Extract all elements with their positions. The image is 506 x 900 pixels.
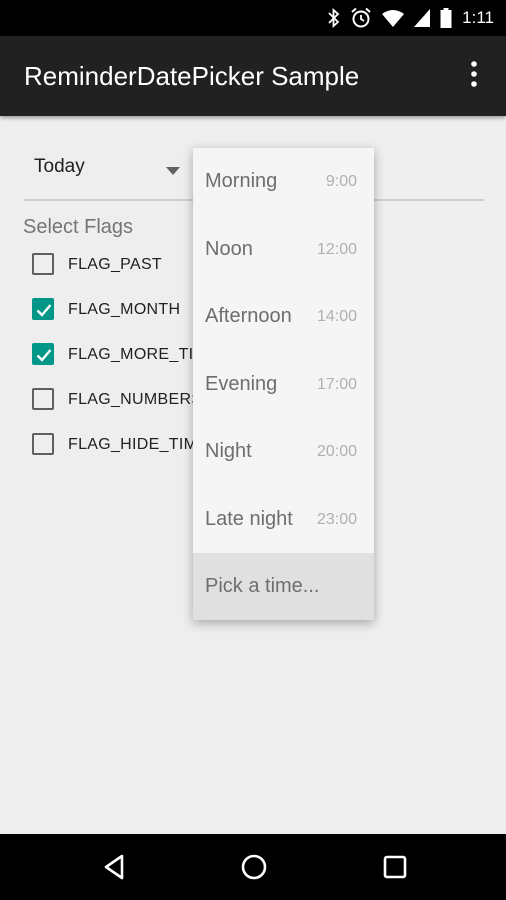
- date-spinner[interactable]: Today: [24, 146, 194, 186]
- flag-label: FLAG_MORE_TIM: [68, 346, 208, 363]
- flag-label: FLAG_NUMBERS: [68, 391, 203, 408]
- battery-icon: [440, 8, 452, 28]
- time-option-value: 20:00: [316, 443, 357, 460]
- pick-time-option[interactable]: Pick a time...: [193, 553, 374, 620]
- time-option-night[interactable]: Night 20:00: [193, 418, 374, 486]
- check-icon: [36, 304, 52, 317]
- home-button[interactable]: [239, 852, 269, 882]
- flag-row-past[interactable]: FLAG_PAST: [32, 248, 212, 284]
- time-option-label: Morning: [205, 170, 278, 192]
- alarm-icon: [350, 7, 372, 29]
- cell-signal-icon: [414, 9, 431, 27]
- overflow-menu-icon: [470, 60, 478, 92]
- time-option-value: 12:00: [316, 240, 357, 258]
- wifi-icon: [382, 9, 405, 27]
- time-option-morning[interactable]: Morning 9:00: [193, 148, 374, 216]
- app-title: ReminderDatePicker Sample: [24, 61, 360, 91]
- date-spinner-value: Today: [34, 156, 85, 177]
- time-option-value: 17:00: [316, 375, 357, 393]
- time-option-label: Late night: [205, 507, 293, 530]
- flag-row-month[interactable]: FLAG_MONTH: [32, 293, 212, 329]
- flag-row-hide-time[interactable]: FLAG_HIDE_TIM: [32, 428, 212, 464]
- time-option-afternoon[interactable]: Afternoon 14:00: [193, 283, 374, 351]
- recents-icon: [383, 855, 407, 879]
- time-option-value: 23:00: [316, 510, 357, 528]
- time-option-value: 9:00: [325, 173, 357, 190]
- time-option-evening[interactable]: Evening 17:00: [193, 351, 374, 419]
- time-option-label: Noon: [205, 237, 253, 260]
- flag-row-more-time[interactable]: FLAG_MORE_TIM: [32, 338, 212, 374]
- time-option-value: 14:00: [316, 308, 357, 325]
- flags-title: Select Flags: [23, 216, 134, 238]
- checkbox-unchecked[interactable]: [32, 433, 54, 455]
- dropdown-arrow-icon: [166, 162, 180, 180]
- status-clock: 1:11: [462, 8, 494, 27]
- app-bar: ReminderDatePicker Sample: [0, 36, 506, 116]
- time-option-label: Afternoon: [205, 305, 292, 327]
- pick-time-label: Pick a time...: [205, 575, 320, 597]
- checkbox-unchecked[interactable]: [32, 388, 54, 410]
- time-dropdown: Morning 9:00 Noon 12:00 Afternoon 14:00 …: [193, 148, 374, 620]
- checkbox-checked[interactable]: [32, 298, 54, 320]
- flag-label: FLAG_MONTH: [68, 301, 181, 318]
- back-icon: [104, 854, 124, 880]
- navigation-bar: [0, 834, 506, 900]
- status-bar: 1:11: [0, 0, 506, 36]
- recents-button[interactable]: [380, 852, 410, 882]
- overflow-menu-button[interactable]: [458, 60, 490, 92]
- back-button[interactable]: [100, 852, 130, 882]
- flag-label: FLAG_HIDE_TIM: [68, 436, 198, 453]
- bluetooth-icon: [328, 8, 340, 28]
- time-option-label: Evening: [205, 372, 278, 395]
- time-option-noon[interactable]: Noon 12:00: [193, 216, 374, 284]
- status-icons: 1:11: [328, 0, 494, 36]
- check-icon: [36, 349, 52, 362]
- flag-row-numbers[interactable]: FLAG_NUMBERS: [32, 383, 212, 419]
- time-option-label: Night: [205, 440, 252, 462]
- home-icon: [241, 854, 267, 880]
- flag-label: FLAG_PAST: [68, 256, 162, 273]
- checkbox-unchecked[interactable]: [32, 253, 54, 275]
- time-option-late-night[interactable]: Late night 23:00: [193, 486, 374, 554]
- checkbox-checked[interactable]: [32, 343, 54, 365]
